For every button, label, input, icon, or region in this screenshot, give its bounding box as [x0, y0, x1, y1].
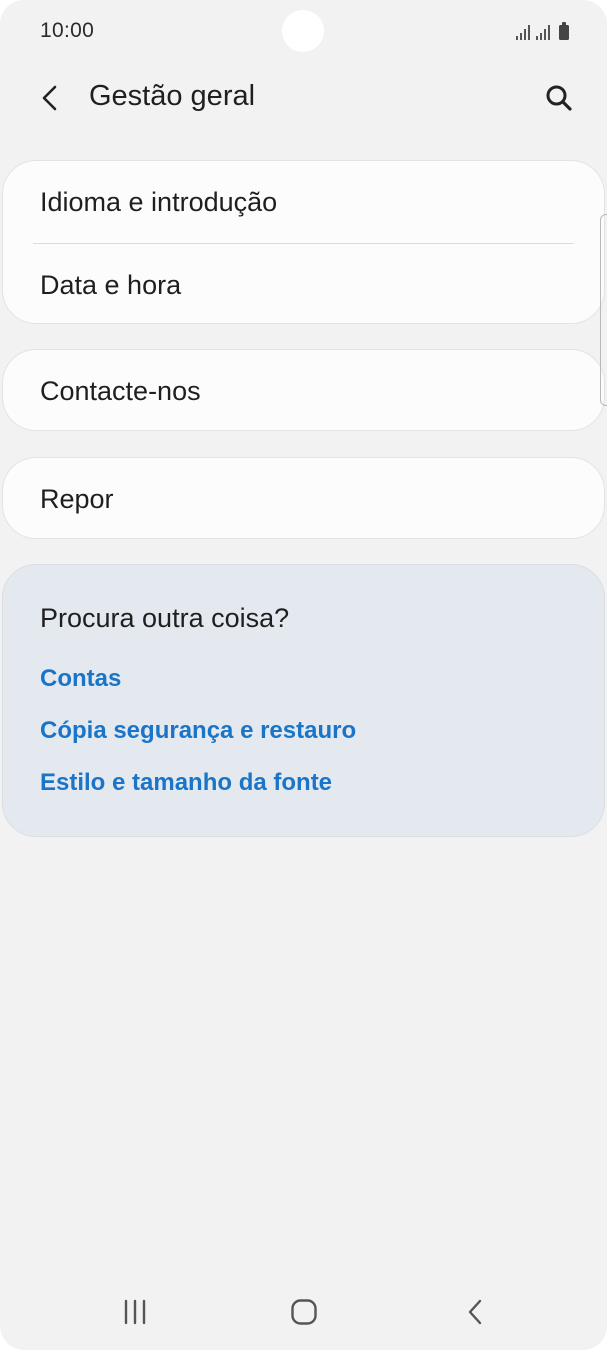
home-icon — [291, 1299, 317, 1325]
menu-item-label: Idioma e introdução — [40, 187, 278, 217]
home-button[interactable] — [282, 1290, 326, 1334]
settings-group-language-time: Idioma e introdução Data e hora — [2, 160, 605, 324]
status-time: 10:00 — [40, 19, 95, 42]
recents-icon — [124, 1299, 146, 1325]
back-button[interactable] — [30, 78, 70, 118]
signal-icon — [516, 24, 530, 40]
suggestions-card: Procura outra coisa? Contas Cópia segura… — [2, 564, 605, 837]
nav-back-button[interactable] — [453, 1290, 497, 1334]
menu-item-language-input[interactable]: Idioma e introdução — [3, 161, 604, 243]
edge-panel-handle[interactable] — [600, 214, 607, 406]
search-button[interactable] — [539, 78, 579, 118]
suggestion-link-font-style-size[interactable]: Estilo e tamanho da fonte — [40, 769, 332, 797]
settings-group-reset: Repor — [2, 457, 605, 539]
app-header: Gestão geral — [0, 62, 607, 134]
menu-item-label: Data e hora — [40, 270, 182, 300]
navigation-bar — [0, 1270, 607, 1350]
suggestions-title: Procura outra coisa? — [40, 603, 290, 633]
suggestion-link-backup-restore[interactable]: Cópia segurança e restauro — [40, 717, 356, 745]
menu-item-contact-us[interactable]: Contacte-nos — [3, 350, 604, 432]
settings-group-contact: Contacte-nos — [2, 349, 605, 431]
back-icon — [468, 1299, 482, 1325]
page-title: Gestão geral — [89, 80, 256, 112]
status-bar: 10:00 — [0, 0, 607, 62]
recents-button[interactable] — [113, 1290, 157, 1334]
menu-item-date-time[interactable]: Data e hora — [3, 244, 604, 326]
suggestion-link-accounts[interactable]: Contas — [40, 665, 121, 693]
menu-item-reset[interactable]: Repor — [3, 458, 604, 540]
search-icon — [546, 85, 572, 111]
battery-icon — [559, 22, 569, 40]
chevron-left-icon — [42, 85, 57, 111]
menu-item-label: Contacte-nos — [40, 376, 201, 406]
camera-cutout — [282, 10, 324, 52]
status-icons — [516, 20, 569, 40]
menu-item-label: Repor — [40, 484, 114, 514]
phone-screen: 10:00 Gestão geral Idioma e introdução D… — [0, 0, 607, 1350]
signal-icon-2 — [536, 24, 550, 40]
